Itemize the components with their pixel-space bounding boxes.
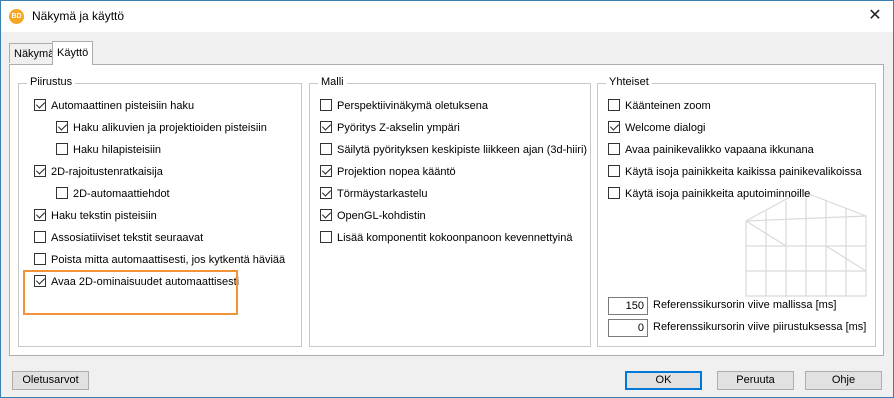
building-watermark-icon [745, 190, 867, 297]
checkbox-2d-rajoitustenratkaisija[interactable]: 2D-rajoitustenratkaisija [34, 165, 163, 182]
group-title-piirustus: Piirustus [27, 76, 76, 88]
cancel-button[interactable]: Peruuta [717, 371, 794, 390]
checkbox-label: Haku alikuvien ja projektioiden pisteisi… [73, 122, 267, 135]
checkbox-label: Käytä isoja painikkeita kaikissa painike… [625, 166, 862, 179]
checkbox-poista-mitta[interactable]: Poista mitta automaattisesti, jos kytken… [34, 253, 286, 270]
checkbox-label: Perspektiivinäkymä oletuksena [337, 100, 489, 113]
checkbox-box[interactable] [320, 209, 332, 222]
checkbox-box[interactable] [320, 165, 332, 178]
ref-delay-drawing-label: Referenssikursorin viive piirustuksessa … [653, 321, 867, 333]
ref-delay-model-input[interactable] [608, 297, 648, 315]
checkbox-box[interactable] [320, 187, 332, 200]
checkbox-kaanteinen-zoom[interactable]: Käänteinen zoom [608, 99, 711, 116]
checkbox-box[interactable] [608, 99, 620, 112]
checkbox-label: Avaa painikevalikko vapaana ikkunana [625, 144, 814, 157]
checkbox-box[interactable] [34, 165, 46, 178]
checkbox-2d-automaattiehdot[interactable]: 2D-automaattiehdot [56, 187, 170, 204]
checkbox-label: OpenGL-kohdistin [337, 210, 426, 223]
ref-delay-model-label: Referenssikursorin viive mallissa [ms] [653, 299, 837, 311]
checkbox-box[interactable] [608, 165, 620, 178]
checkbox-box[interactable] [56, 121, 68, 134]
checkbox-pyoritys-z-akselin[interactable]: Pyöritys Z-akselin ympäri [320, 121, 460, 138]
checkbox-label: 2D-automaattiehdot [73, 188, 170, 201]
group-title-yhteiset: Yhteiset [606, 76, 652, 88]
checkbox-box[interactable] [34, 275, 46, 288]
checkbox-box[interactable] [56, 143, 68, 156]
checkbox-box[interactable] [34, 209, 46, 222]
ok-button[interactable]: OK [625, 371, 702, 390]
checkbox-welcome-dialogi[interactable]: Welcome dialogi [608, 121, 706, 138]
tab-kaytto[interactable]: Käyttö [52, 41, 94, 65]
checkbox-box[interactable] [320, 143, 332, 156]
checkbox-box[interactable] [34, 231, 46, 244]
tab-panel-kaytto: Piirustus Automaattinen pisteisiin haku … [9, 64, 884, 356]
group-malli: Malli Perspektiivinäkymä oletuksena Pyör… [309, 76, 591, 347]
checkbox-label: Pyöritys Z-akselin ympäri [337, 122, 460, 135]
dialog-window: BD Näkymä ja käyttö ✕ Näkymä Käyttö Piir… [0, 0, 894, 398]
checkbox-box[interactable] [608, 143, 620, 156]
checkbox-label: Säilytä pyörityksen keskipiste liikkeen … [337, 144, 588, 157]
checkbox-label: Haku tekstin pisteisiin [51, 210, 157, 223]
checkbox-assosiatiiviset-tekstit[interactable]: Assosiatiiviset tekstit seuraavat [34, 231, 204, 248]
checkbox-label: Käytä isoja painikkeita aputoiminnoille [625, 188, 811, 201]
checkbox-label: 2D-rajoitustenratkaisija [51, 166, 163, 179]
group-title-malli: Malli [318, 76, 347, 88]
checkbox-avaa-painikevalikko[interactable]: Avaa painikevalikko vapaana ikkunana [608, 143, 814, 160]
ref-delay-drawing-input[interactable] [608, 319, 648, 337]
checkbox-box[interactable] [34, 253, 46, 266]
group-yhteiset: Yhteiset Käänteinen zoom Welcome dialogi… [597, 76, 876, 347]
checkbox-box[interactable] [320, 99, 332, 112]
checkbox-label: Poista mitta automaattisesti, jos kytken… [51, 254, 286, 267]
checkbox-tormaystarkastelu[interactable]: Törmäystarkastelu [320, 187, 428, 204]
defaults-button[interactable]: Oletusarvot [12, 371, 89, 390]
checkbox-sailyta-pyorityksen[interactable]: Säilytä pyörityksen keskipiste liikkeen … [320, 143, 588, 160]
window-title: Näkymä ja käyttö [32, 9, 125, 23]
checkbox-automaattinen-pisteisiin-haku[interactable]: Automaattinen pisteisiin haku [34, 99, 195, 116]
checkbox-label: Törmäystarkastelu [337, 188, 428, 201]
checkbox-isot-painikkeet-apu[interactable]: Käytä isoja painikkeita aputoiminnoille [608, 187, 811, 204]
checkbox-box[interactable] [320, 231, 332, 244]
help-button[interactable]: Ohje [805, 371, 882, 390]
checkbox-haku-alikuvien[interactable]: Haku alikuvien ja projektioiden pisteisi… [56, 121, 267, 138]
checkbox-label: Welcome dialogi [625, 122, 706, 135]
checkbox-projektion-nopea-kaanto[interactable]: Projektion nopea kääntö [320, 165, 456, 182]
checkbox-box[interactable] [56, 187, 68, 200]
checkbox-label: Avaa 2D-ominaisuudet automaattisesti [51, 276, 240, 289]
group-piirustus: Piirustus Automaattinen pisteisiin haku … [18, 76, 302, 347]
checkbox-box[interactable] [34, 99, 46, 112]
checkbox-label: Projektion nopea kääntö [337, 166, 456, 179]
checkbox-label: Käänteinen zoom [625, 100, 711, 113]
checkbox-box[interactable] [320, 121, 332, 134]
checkbox-box[interactable] [608, 121, 620, 134]
checkbox-isot-painikkeet-kaikissa[interactable]: Käytä isoja painikkeita kaikissa painike… [608, 165, 862, 182]
checkbox-label: Lisää komponentit kokoonpanoon kevennett… [337, 232, 573, 245]
checkbox-label: Automaattinen pisteisiin haku [51, 100, 195, 113]
checkbox-haku-hilapisteisiin[interactable]: Haku hilapisteisiin [56, 143, 162, 160]
checkbox-avaa-2d-ominaisuudet[interactable]: Avaa 2D-ominaisuudet automaattisesti [34, 275, 240, 292]
checkbox-perspektiivinakyma[interactable]: Perspektiivinäkymä oletuksena [320, 99, 489, 116]
checkbox-label: Haku hilapisteisiin [73, 144, 162, 157]
checkbox-lisaa-komponentit[interactable]: Lisää komponentit kokoonpanoon kevennett… [320, 231, 573, 248]
checkbox-opengl-kohdistin[interactable]: OpenGL-kohdistin [320, 209, 426, 226]
close-icon[interactable]: ✕ [861, 3, 889, 29]
app-logo-icon: BD [9, 9, 24, 24]
checkbox-label: Assosiatiiviset tekstit seuraavat [51, 232, 204, 245]
checkbox-haku-tekstin-pisteisiin[interactable]: Haku tekstin pisteisiin [34, 209, 157, 226]
title-bar: BD Näkymä ja käyttö ✕ [1, 1, 893, 32]
checkbox-box[interactable] [608, 187, 620, 200]
